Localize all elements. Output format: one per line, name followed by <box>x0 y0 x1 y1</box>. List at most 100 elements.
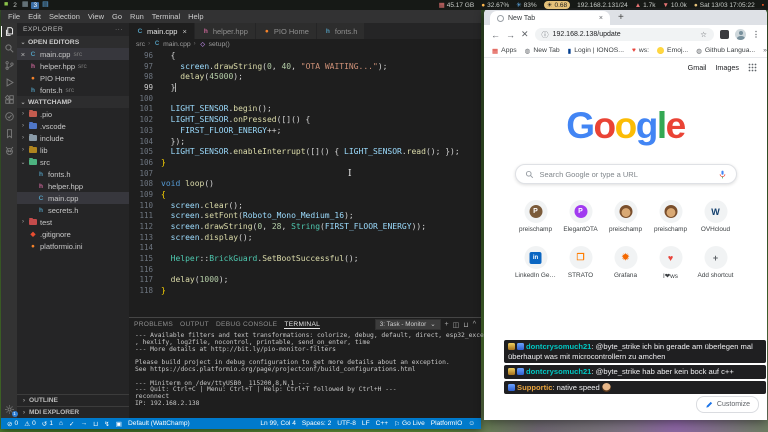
bookmark-emoj-[interactable]: Emoj... <box>657 47 688 54</box>
tab-close-icon[interactable]: × <box>182 27 186 36</box>
tree-item-.vscode[interactable]: › .vscode <box>17 120 129 132</box>
open-editor-main.cpp[interactable]: × Cmain.cpp src <box>17 48 129 60</box>
status-left-2[interactable]: ↺ 1 <box>42 420 53 428</box>
section-mdi-explorer[interactable]: › MDI EXPLORER <box>17 406 129 418</box>
bookmark-new-tab[interactable]: ◍ New Tab <box>525 47 560 55</box>
search-icon[interactable] <box>4 43 15 54</box>
tree-item-helper.hpp[interactable]: h helper.hpp <box>17 180 129 192</box>
status-right-3[interactable]: LF <box>362 420 370 427</box>
customize-button[interactable]: Customize <box>695 396 759 413</box>
tab-close-icon[interactable]: × <box>599 15 603 22</box>
new-tab-button[interactable]: + <box>615 11 627 25</box>
shortcut-ovhcloud[interactable]: W OVHcloud <box>693 200 738 233</box>
bookmark-github-langua-[interactable]: ◍ Github Langua... <box>696 47 755 55</box>
status-right-2[interactable]: UTF-8 <box>337 420 356 427</box>
bookmark-star-icon[interactable]: ☆ <box>700 30 707 39</box>
status-right-6[interactable]: PlatformIO <box>431 420 463 427</box>
tree-item-main.cpp[interactable]: Cmain.cpp <box>17 192 129 204</box>
workspace-section[interactable]: ⌄ WATTCHAMP <box>17 96 129 108</box>
shortcut-preischamp[interactable]: preischamp <box>648 200 693 233</box>
google-search-box[interactable]: Search Google or type a URL <box>514 164 737 184</box>
apps-grid-icon[interactable] <box>748 63 757 72</box>
status-left-4[interactable]: ✓ <box>69 420 75 428</box>
code-editor[interactable]: I 96 {97 screen. drawString(0, 40, "OTA W… <box>129 49 481 317</box>
bookmark-ws-[interactable]: ♥ ws: <box>632 47 649 54</box>
window-icon[interactable]: ▦ <box>22 1 29 9</box>
status-right-7[interactable]: ☺ <box>468 420 475 427</box>
test-icon[interactable] <box>4 111 15 122</box>
open-editors-section[interactable]: ⌄ OPEN EDITORS <box>17 36 129 48</box>
back-icon[interactable]: ← <box>491 30 500 40</box>
address-bar[interactable]: ⓘ 192.168.2.138/update ☆ <box>534 28 714 41</box>
tree-item-.gitignore[interactable]: ◆ .gitignore <box>17 228 129 240</box>
menu-selection[interactable]: Selection <box>45 12 84 21</box>
extensions-icon[interactable] <box>4 94 15 105</box>
tree-item-secrets.h[interactable]: h secrets.h <box>17 204 129 216</box>
shortcut-linkedin-ger-[interactable]: in LinkedIn Ger... <box>513 246 558 280</box>
status-left-7[interactable]: ↯ <box>104 420 110 428</box>
status-left-6[interactable]: ⊔ <box>93 420 98 428</box>
link-images[interactable]: Images <box>715 63 739 72</box>
panel-tab-terminal[interactable]: TERMINAL <box>284 321 321 329</box>
shortcut-preischamp[interactable]: Ppreischamp <box>513 200 558 233</box>
workspace-2[interactable]: 2 <box>11 2 19 9</box>
shortcut-grafana[interactable]: ✹ Grafana <box>603 246 648 280</box>
forward-icon[interactable]: → <box>506 30 515 40</box>
kill-terminal-icon[interactable]: ⊔ <box>463 321 468 329</box>
menu-view[interactable]: View <box>84 12 108 21</box>
site-info-icon[interactable]: ⓘ <box>542 30 549 40</box>
menu-terminal[interactable]: Terminal <box>148 12 184 21</box>
tree-item-platformio.ini[interactable]: ● platformio.ini <box>17 240 129 252</box>
terminal-task-dropdown[interactable]: 3: Task - Monitor ⌄ <box>374 319 441 330</box>
debug-icon[interactable] <box>4 77 15 88</box>
close-icon[interactable]: × <box>20 50 26 59</box>
tab-pio-home[interactable]: ● PIO Home <box>255 23 317 39</box>
stop-icon[interactable]: ✕ <box>521 29 529 40</box>
panel-tab-output[interactable]: OUTPUT <box>180 321 209 328</box>
tree-item-fonts.h[interactable]: h fonts.h <box>17 168 129 180</box>
tree-item-lib[interactable]: › lib <box>17 144 129 156</box>
profile-avatar[interactable] <box>735 29 746 40</box>
panel-tab-debug-console[interactable]: DEBUG CONSOLE <box>216 321 277 328</box>
menu-file[interactable]: File <box>4 12 24 21</box>
gear-icon[interactable]: 1 <box>4 404 18 417</box>
shortcut-i-ws[interactable]: ♥ I❤ws <box>648 246 693 280</box>
open-editor-fonts.h[interactable]: h fonts.h src <box>17 84 129 96</box>
explorer-more-actions-icon[interactable]: ··· <box>115 26 123 33</box>
tab-main.cpp[interactable]: Cmain.cpp × <box>129 23 195 39</box>
split-terminal-icon[interactable]: ◫ <box>453 321 460 329</box>
scm-icon[interactable] <box>4 60 15 71</box>
tree-item-test[interactable]: › test <box>17 216 129 228</box>
status-left-1[interactable]: ⚠ 0 <box>24 420 36 428</box>
status-right-5[interactable]: ⚐ Go Live <box>394 420 425 428</box>
shortcut-elegantota[interactable]: P ElegantOTA <box>558 200 603 233</box>
status-left-5[interactable]: → <box>81 420 88 427</box>
tab-helper.hpp[interactable]: h helper.hpp <box>194 23 256 39</box>
pio-icon[interactable] <box>4 145 15 156</box>
status-left-9[interactable]: Default (WattChamp) <box>128 420 190 427</box>
open-editor-helper.hpp[interactable]: h helper.hpp src <box>17 60 129 72</box>
panel-tab-problems[interactable]: PROBLEMS <box>134 321 173 328</box>
status-right-4[interactable]: C++ <box>376 420 388 427</box>
menu-run[interactable]: Run <box>126 12 148 21</box>
breadcrumb[interactable]: src › Cmain.cpp › ◇ setup() <box>129 39 481 49</box>
bookmark-login-ionos-[interactable]: ▮ Login | IONOS... <box>568 47 624 55</box>
maximize-panel-icon[interactable]: ^ <box>473 321 476 328</box>
bookmark-icon[interactable] <box>4 128 15 139</box>
browser-menu-icon[interactable]: ⋮ <box>752 30 760 39</box>
status-left-8[interactable]: ▣ <box>116 420 122 428</box>
files-icon[interactable] <box>0 26 15 37</box>
shortcut-preischamp[interactable]: preischamp <box>603 200 648 233</box>
breadcrumb-item[interactable]: src <box>136 41 145 48</box>
menu-edit[interactable]: Edit <box>24 12 45 21</box>
extension-icon[interactable] <box>720 30 729 39</box>
breadcrumb-item[interactable]: Cmain.cpp <box>153 41 191 48</box>
status-right-0[interactable]: Ln 99, Col 4 <box>260 420 296 427</box>
shortcut-add-shortcut[interactable]: + Add shortcut <box>693 246 738 280</box>
status-left-0[interactable]: ⊘ 0 <box>7 420 18 428</box>
link-gmail[interactable]: Gmail <box>688 63 707 72</box>
shortcut-strato[interactable]: ❒ STRATO <box>558 246 603 280</box>
file-icon[interactable]: ▤ <box>42 1 49 9</box>
breadcrumb-item[interactable]: ◇ setup() <box>199 41 229 48</box>
terminal-output[interactable]: --- Available filters and text transform… <box>129 331 533 418</box>
